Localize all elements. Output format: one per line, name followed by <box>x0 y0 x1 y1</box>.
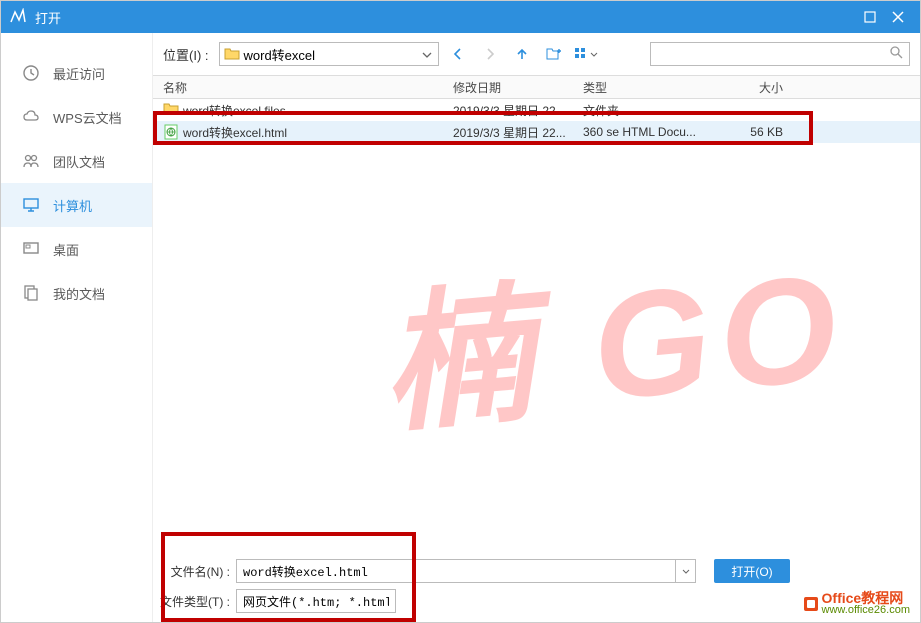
file-name: word转换excel.html <box>183 124 287 141</box>
file-name: word转换excel files <box>183 102 286 119</box>
location-label: 位置(I) : <box>163 45 209 64</box>
back-button[interactable] <box>445 42 471 66</box>
up-button[interactable] <box>509 42 535 66</box>
window-title: 打开 <box>35 8 856 27</box>
brand-text: Office教程网 <box>822 591 910 605</box>
filename-dropdown[interactable] <box>676 559 696 583</box>
list-item[interactable]: word转换excel.html 2019/3/3 星期日 22... 360 … <box>153 121 920 143</box>
clock-icon <box>21 63 41 83</box>
sidebar-item-computer[interactable]: 计算机 <box>1 183 152 227</box>
sidebar-item-label: 团队文档 <box>53 152 105 171</box>
chevron-down-icon <box>422 45 434 63</box>
desktop-icon <box>21 239 41 259</box>
file-date: 2019/3/3 星期日 22... <box>453 102 583 119</box>
filetype-label: 文件类型(T) : <box>156 593 230 610</box>
forward-button[interactable] <box>477 42 503 66</box>
search-box[interactable] <box>650 42 910 66</box>
search-input[interactable] <box>657 47 889 61</box>
column-date[interactable]: 修改日期 <box>453 79 583 96</box>
sidebar-item-cloud[interactable]: WPS云文档 <box>1 95 152 139</box>
column-type[interactable]: 类型 <box>583 79 713 96</box>
location-text: word转excel <box>244 45 422 64</box>
documents-icon <box>21 283 41 303</box>
file-size: 56 KB <box>713 125 803 139</box>
filetype-input[interactable] <box>236 589 396 613</box>
sidebar-item-recent[interactable]: 最近访问 <box>1 51 152 95</box>
sidebar: 最近访问 WPS云文档 团队文档 计算机 桌面 我的文档 <box>1 33 153 622</box>
sidebar-item-documents[interactable]: 我的文档 <box>1 271 152 315</box>
sidebar-item-team[interactable]: 团队文档 <box>1 139 152 183</box>
folder-icon <box>224 47 240 61</box>
team-icon <box>21 151 41 171</box>
filename-label: 文件名(N) : <box>156 563 230 580</box>
cloud-icon <box>21 107 41 127</box>
file-type: 文件夹 <box>583 102 713 119</box>
sidebar-item-label: 最近访问 <box>53 64 105 83</box>
open-button[interactable]: 打开(O) <box>714 559 790 583</box>
maximize-button[interactable] <box>856 3 884 31</box>
file-list: word转换excel files 2019/3/3 星期日 22... 文件夹… <box>153 99 920 622</box>
sidebar-item-label: 我的文档 <box>53 284 105 303</box>
file-type: 360 se HTML Docu... <box>583 125 713 139</box>
office-logo-icon <box>802 595 820 613</box>
view-button[interactable] <box>573 42 599 66</box>
computer-icon <box>21 195 41 215</box>
column-size[interactable]: 大小 <box>713 79 803 96</box>
new-folder-button[interactable] <box>541 42 567 66</box>
file-date: 2019/3/3 星期日 22... <box>453 124 583 141</box>
folder-icon <box>163 102 179 118</box>
toolbar: 位置(I) : word转excel <box>153 33 920 75</box>
sidebar-item-label: 桌面 <box>53 240 79 259</box>
filename-input[interactable] <box>236 559 676 583</box>
sidebar-item-label: 计算机 <box>53 196 92 215</box>
titlebar: 打开 <box>1 1 920 33</box>
location-combo[interactable]: word转excel <box>219 42 439 66</box>
sidebar-item-label: WPS云文档 <box>53 108 122 127</box>
column-name[interactable]: 名称 <box>153 79 453 96</box>
list-item[interactable]: word转换excel files 2019/3/3 星期日 22... 文件夹 <box>153 99 920 121</box>
search-icon <box>889 45 903 64</box>
bottom-panel: 文件名(N) : 打开(O) 文件类型(T) : <box>156 556 910 616</box>
app-logo-icon <box>9 8 27 26</box>
close-button[interactable] <box>884 3 912 31</box>
sidebar-item-desktop[interactable]: 桌面 <box>1 227 152 271</box>
html-file-icon <box>163 124 179 140</box>
brand-url: www.office26.com <box>822 605 910 616</box>
list-header: 名称 修改日期 类型 大小 <box>153 75 920 99</box>
watermark-brand: Office教程网 www.office26.com <box>802 591 910 616</box>
